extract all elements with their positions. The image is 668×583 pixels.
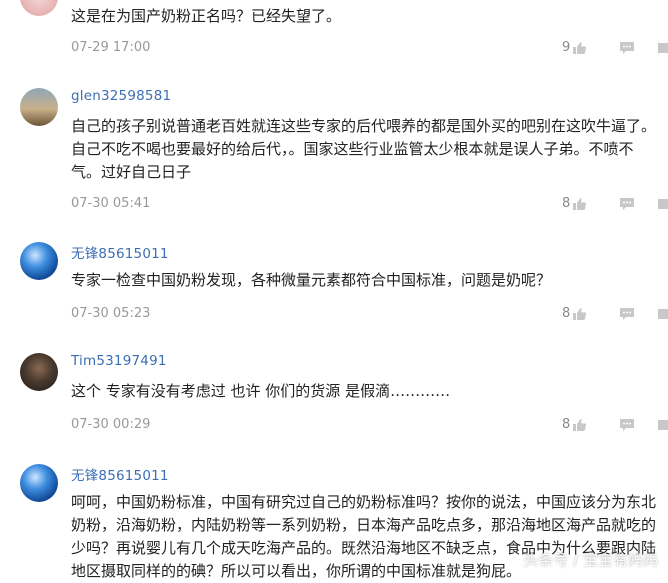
comment-text: 自己的孩子别说普通老百姓就连这些专家的后代喂养的都是国外买的吧别在这吹牛逼了。自… (71, 117, 657, 181)
like-count: 8 (562, 306, 571, 321)
thumbs-up-icon (573, 307, 587, 320)
comment-text: 专家一检查中国奶粉发现，各种微量元素都符合中国标准，问题是奶呢？ (71, 271, 552, 289)
avatar[interactable] (20, 242, 58, 280)
like-button[interactable]: 8 (562, 196, 587, 211)
comment-username[interactable]: glen32598581 (71, 88, 171, 104)
avatar[interactable] (20, 88, 58, 126)
like-count: 9 (562, 40, 571, 55)
comment-time: 07-30 05:41 (71, 196, 151, 211)
thumbs-up-icon (573, 197, 587, 210)
avatar[interactable] (20, 464, 58, 502)
comment-text: 这个 专家有没有考虑过 也许 你们的货源 是假滴………… (71, 382, 451, 400)
more-icon[interactable] (658, 197, 668, 211)
comment-username[interactable]: 无锋85615011 (71, 464, 169, 484)
like-button[interactable]: 9 (562, 40, 587, 55)
more-icon[interactable] (658, 41, 668, 55)
more-icon[interactable] (658, 418, 668, 432)
comment-time: 07-30 00:29 (71, 417, 151, 432)
comment-text: 这是在为国产奶粉正名吗？已经失望了。 (71, 7, 342, 25)
avatar[interactable] (20, 353, 58, 391)
avatar[interactable] (20, 0, 58, 16)
like-count: 8 (562, 417, 571, 432)
comment-icon[interactable] (619, 41, 635, 55)
comment-icon[interactable] (619, 418, 635, 432)
thumbs-up-icon (573, 418, 587, 431)
comment-icon[interactable] (619, 307, 635, 321)
comment-icon[interactable] (619, 197, 635, 211)
like-button[interactable]: 8 (562, 417, 587, 432)
like-count: 8 (562, 196, 571, 211)
comment-time: 07-30 05:23 (71, 306, 151, 321)
comment-time: 07-29 17:00 (71, 40, 151, 55)
comment-username[interactable]: 无锋85615011 (71, 242, 169, 262)
comment-username[interactable]: Tim53197491 (71, 353, 167, 369)
like-button[interactable]: 8 (562, 306, 587, 321)
more-icon[interactable] (658, 307, 668, 321)
watermark: 头条号 / 宝宝有妈妈 (523, 551, 658, 569)
thumbs-up-icon (573, 41, 587, 54)
